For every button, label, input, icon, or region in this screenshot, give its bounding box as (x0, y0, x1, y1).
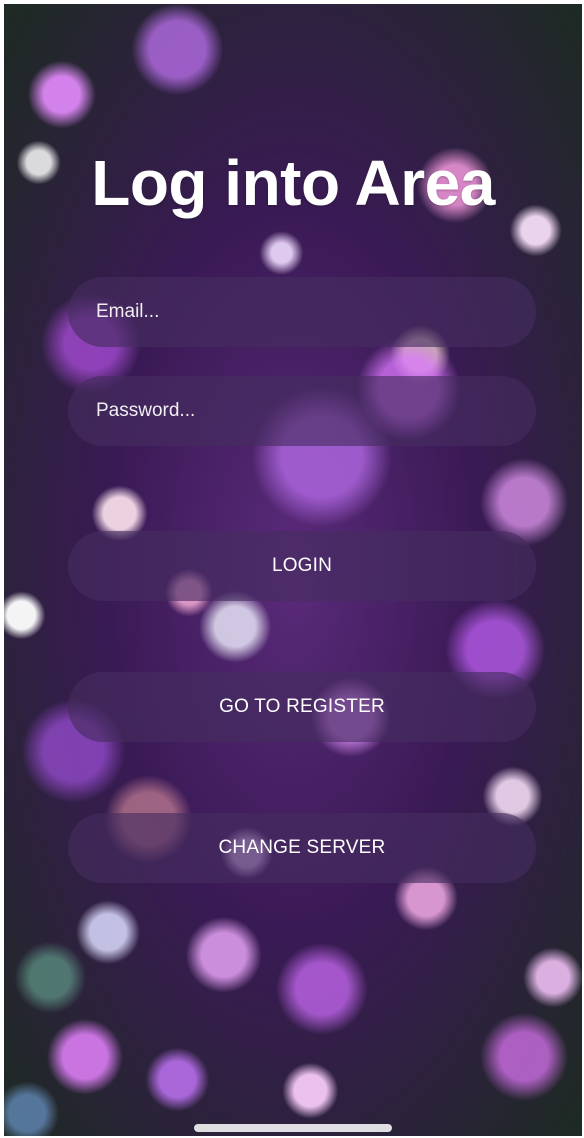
go-to-register-button-label: GO TO REGISTER (219, 696, 385, 717)
login-button[interactable]: LOGIN (68, 531, 536, 601)
email-placeholder: Email... (96, 301, 160, 322)
email-field[interactable]: Email... (68, 277, 536, 347)
go-to-register-button[interactable]: GO TO REGISTER (68, 672, 536, 742)
home-indicator[interactable] (194, 1124, 392, 1132)
login-button-label: LOGIN (271, 555, 333, 576)
page-title: Log into Area (91, 147, 495, 219)
change-server-button-label: CHANGE SERVER (218, 837, 386, 858)
change-server-button[interactable]: CHANGE SERVER (68, 813, 536, 883)
login-screen: Log into Area Email... Password... LOGIN… (4, 4, 582, 1136)
password-field[interactable]: Password... (68, 376, 536, 446)
password-placeholder: Password... (96, 400, 196, 421)
